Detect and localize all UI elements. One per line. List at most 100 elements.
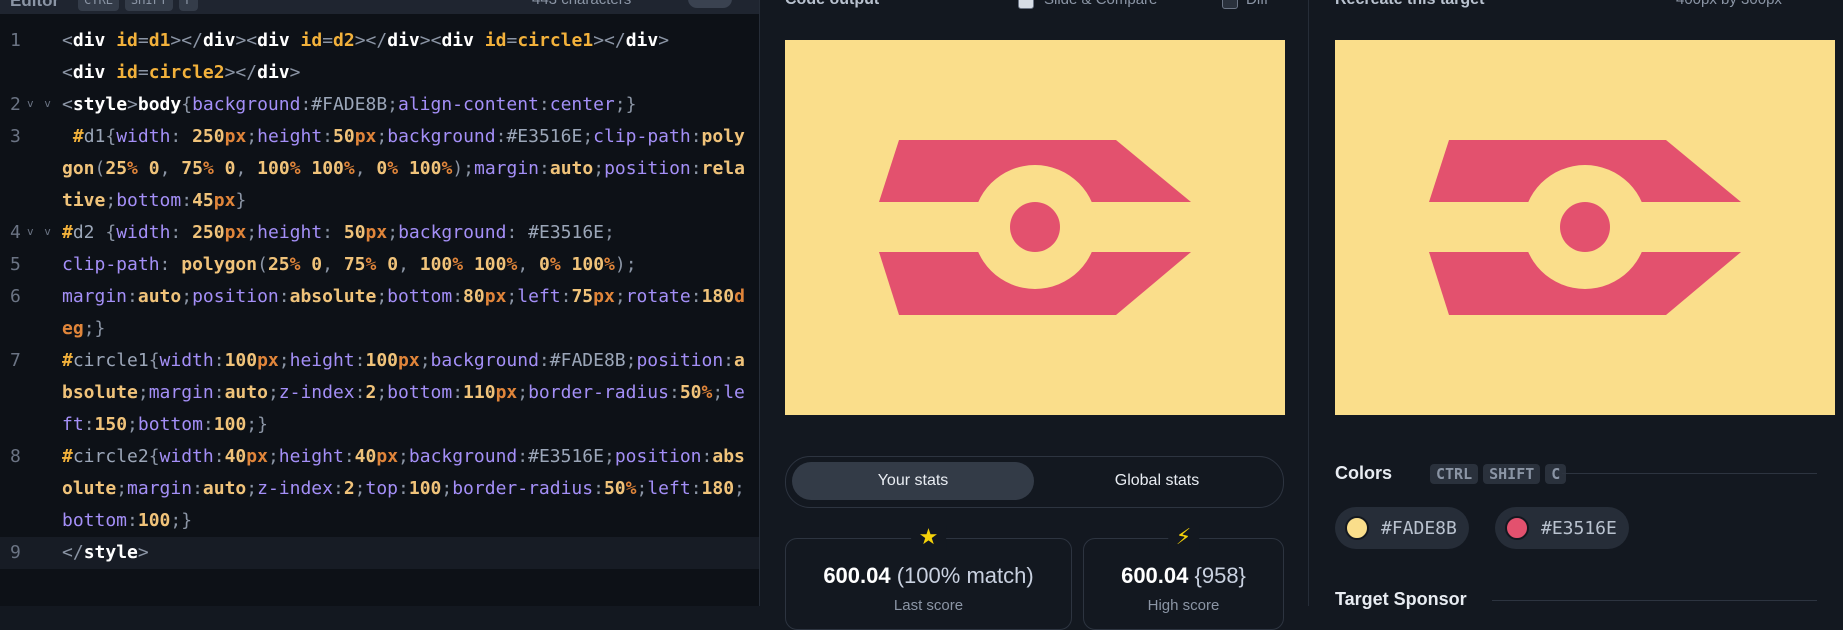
diff-checkbox[interactable] <box>1222 0 1238 9</box>
code-token: bottom <box>62 510 128 531</box>
code-token: : <box>213 382 225 403</box>
code-token: bottom <box>387 286 453 307</box>
code-token: : <box>213 446 225 467</box>
code-token: { <box>148 350 160 371</box>
code-token: ); <box>452 158 474 179</box>
slide-compare-checkbox[interactable] <box>1018 0 1034 9</box>
code-line[interactable]: 5 clip-path: polygon(25% 0, 75% 0, 100% 1… <box>0 249 759 281</box>
code-token: = <box>322 30 334 51</box>
code-token: 45 <box>192 190 214 211</box>
code-token: % <box>452 254 464 275</box>
code-line[interactable]: 1 <div id=d1></div><div id=d2></div><div … <box>0 25 759 89</box>
code-token: : <box>452 286 464 307</box>
code-token: ; <box>116 478 128 499</box>
code-token: height <box>289 350 355 371</box>
code-token: , <box>159 158 182 179</box>
code-token: border-radius <box>528 382 669 403</box>
code-token: bottom <box>387 382 453 403</box>
code-token: d1 <box>148 30 171 51</box>
code-line[interactable]: 8 #circle2{width:40px;height:40px;backgro… <box>0 441 759 537</box>
code-token: : <box>181 190 193 211</box>
code-token: 100 <box>213 414 247 435</box>
code-token: height <box>257 126 323 147</box>
code-token: % <box>625 478 637 499</box>
code-token: 40 <box>224 446 247 467</box>
code-token: px <box>246 446 268 467</box>
color-swatch[interactable]: #E3516E <box>1495 507 1629 549</box>
code-token: ; <box>376 126 388 147</box>
code-token: 150 <box>94 414 128 435</box>
code-token: 100 <box>560 254 605 275</box>
stats-tabs: Your stats Global stats <box>785 456 1284 508</box>
code-token: style <box>83 542 138 563</box>
code-token: circle2 <box>72 446 149 467</box>
shortcut-key: CTRL <box>1430 464 1479 484</box>
shortcut-key: SHIFT <box>124 0 174 11</box>
editor-title: Editor <box>10 0 60 10</box>
code-token: : <box>723 350 735 371</box>
code-token: 2 <box>365 382 377 403</box>
shortcut-key: F <box>179 0 199 11</box>
code-token: : <box>202 414 214 435</box>
fold-chevron-icon[interactable]: v v <box>27 225 53 238</box>
pane-divider[interactable] <box>1308 0 1309 606</box>
section-rule <box>1562 473 1817 474</box>
code-line[interactable]: 6 margin:auto;position:absolute;bottom:80… <box>0 281 759 345</box>
code-token: % <box>441 158 453 179</box>
code-token: ; <box>376 382 388 403</box>
code-line[interactable]: 7 #circle1{width:100px;height:100px;backg… <box>0 345 759 441</box>
code-token: 180 <box>701 478 735 499</box>
code-token: left <box>517 286 561 307</box>
line-number: 3 <box>10 126 21 147</box>
code-token: auto <box>137 286 182 307</box>
code-token: ></ <box>593 30 626 51</box>
code-token: background <box>192 94 301 115</box>
code-token: 110 <box>463 382 496 403</box>
code-token: px <box>365 222 388 243</box>
output-title: Code output <box>785 0 879 9</box>
code-token: % <box>365 254 377 275</box>
editor-toggle[interactable] <box>688 0 732 8</box>
tab-global-stats[interactable]: Global stats <box>1036 462 1278 500</box>
code-token: : <box>690 286 702 307</box>
code-token: = <box>137 62 149 83</box>
code-token: 80 <box>463 286 485 307</box>
code-text: clip-path: polygon(25% 0, 75% 0, 100% 10… <box>62 249 752 281</box>
code-token: 100 <box>300 158 344 179</box>
pane-divider[interactable] <box>759 0 760 606</box>
code-area[interactable]: 1 <div id=d1></div><div id=d2></div><div … <box>0 25 759 569</box>
fold-chevron-icon[interactable]: v v <box>27 97 53 110</box>
code-line[interactable]: 9 </style> <box>0 537 759 569</box>
code-token: 50 <box>603 478 626 499</box>
code-token: : <box>278 286 290 307</box>
tab-your-stats[interactable]: Your stats <box>792 462 1034 500</box>
code-token: 25 <box>267 254 290 275</box>
code-token: ;} <box>614 94 637 115</box>
code-token: ;} <box>170 510 193 531</box>
code-token: : <box>322 222 344 243</box>
code-line[interactable]: 4v v #d2 {width: 250px;height: 50px;backg… <box>0 217 759 249</box>
code-token: circle1 <box>72 350 149 371</box>
code-token: , <box>398 254 420 275</box>
code-token: ; <box>614 286 626 307</box>
code-token: align-content <box>398 94 539 115</box>
code-line[interactable]: 3 #d1{width: 250px;height:50px;backgroun… <box>0 121 759 217</box>
color-swatch[interactable]: #FADE8B <box>1335 507 1469 549</box>
code-token: , <box>235 158 258 179</box>
star-icon: ★ <box>910 525 947 550</box>
section-rule <box>1492 600 1817 601</box>
code-output-canvas[interactable] <box>785 40 1285 415</box>
target-image[interactable] <box>1335 40 1835 415</box>
shortcut-key: C <box>1545 464 1567 484</box>
code-token: div <box>72 62 106 83</box>
code-token: : <box>170 126 193 147</box>
code-line[interactable]: 2v v <style>body{background:#FADE8B;align… <box>0 89 759 121</box>
code-token: , <box>517 254 539 275</box>
code-token: : <box>495 126 507 147</box>
code-token: div <box>625 30 659 51</box>
code-token: 0 <box>376 254 399 275</box>
code-token: position <box>614 446 702 467</box>
